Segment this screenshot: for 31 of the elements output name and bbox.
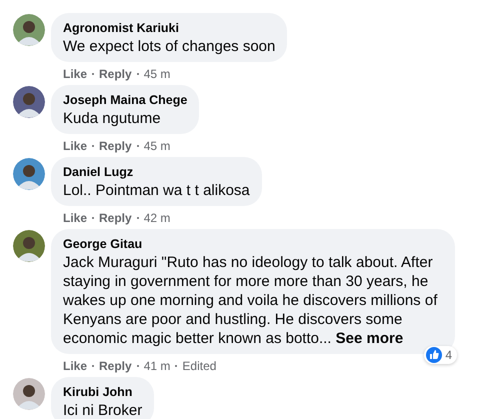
comment-text: Ici ni Broker — [63, 401, 142, 419]
like-link[interactable]: Like — [63, 67, 88, 81]
author-name[interactable]: Daniel Lugz — [63, 164, 250, 181]
timestamp: 42 m — [144, 211, 170, 225]
avatar[interactable] — [13, 378, 45, 410]
timestamp: 45 m — [144, 139, 170, 153]
avatar[interactable] — [13, 158, 45, 190]
see-more-link[interactable]: See more — [336, 330, 404, 347]
avatar[interactable] — [13, 14, 45, 46]
reply-link[interactable]: Reply — [99, 67, 132, 81]
author-name[interactable]: George Gitau — [63, 236, 443, 253]
timestamp: 41 m — [144, 359, 170, 373]
like-link[interactable]: Like — [63, 139, 88, 153]
reply-link[interactable]: Reply — [99, 211, 132, 225]
author-name[interactable]: Agronomist Kariuki — [63, 20, 276, 37]
avatar[interactable] — [13, 230, 45, 262]
author-name[interactable]: Joseph Maina Chege — [63, 92, 188, 109]
avatar[interactable] — [13, 86, 45, 118]
reaction-badge[interactable]: 4 — [424, 346, 457, 364]
comment-text: Kuda ngutume — [63, 109, 162, 128]
like-link[interactable]: Like — [63, 359, 88, 373]
reply-link[interactable]: Reply — [99, 139, 132, 153]
comment-text: Lol.. Pointman wa t t alikosa — [63, 181, 250, 200]
like-icon — [426, 347, 442, 363]
comment-text: We expect lots of changes soon — [63, 37, 276, 56]
reply-link[interactable]: Reply — [99, 359, 132, 373]
like-link[interactable]: Like — [63, 211, 88, 225]
timestamp: 45 m — [144, 67, 170, 81]
author-name[interactable]: Kirubi John — [63, 384, 142, 401]
edited-label: Edited — [182, 359, 216, 373]
comment-text: Jack Muraguri "Ruto has no ideology to talk about. After staying in government for more more than 30 years, he wakes up one morning and voila he discovers millions of Kenyans are poor and hustling. He discovers some economic magic better known as botto... See more — [63, 253, 438, 348]
